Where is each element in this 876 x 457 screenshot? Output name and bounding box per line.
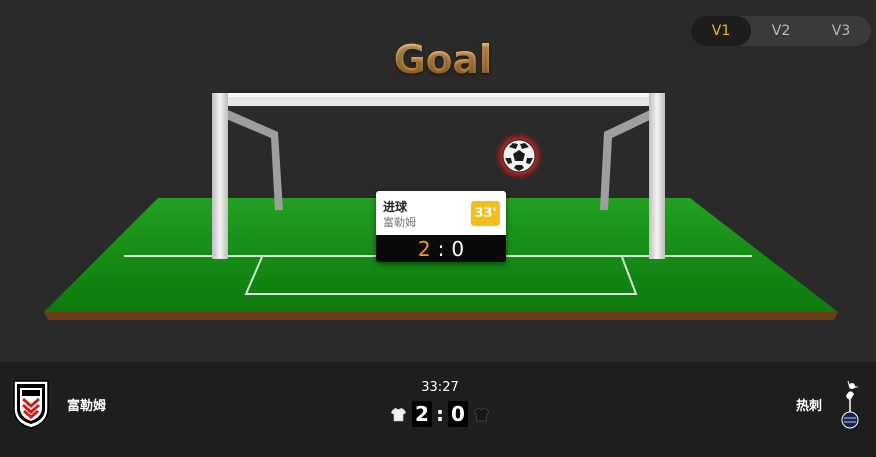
white-shirt-icon bbox=[391, 407, 406, 421]
event-scoreline: 2 : 0 bbox=[376, 235, 506, 262]
event-info: 进球 富勒姆 33' bbox=[376, 191, 506, 235]
away-team: 热刺 bbox=[796, 378, 862, 430]
home-team-name: 富勒姆 bbox=[67, 398, 107, 414]
match-center: 33:27 2 : 0 bbox=[380, 380, 500, 427]
match-scoreline: 2 : 0 bbox=[380, 401, 500, 427]
event-type: 进球 bbox=[383, 200, 408, 214]
home-score: 2 bbox=[412, 401, 432, 427]
right-net-support bbox=[600, 110, 654, 210]
left-goalpost bbox=[212, 93, 228, 259]
tottenham-crest-icon bbox=[841, 380, 859, 429]
match-clock: 33:27 bbox=[421, 380, 459, 395]
fulham-crest-icon bbox=[13, 380, 49, 429]
pitch-soil-edge bbox=[44, 312, 838, 320]
pitch-stage: V1 V2 V3 Goal 进球 富勒姆 33' 2 : 0 bbox=[0, 0, 876, 362]
home-team: 富勒姆 bbox=[12, 379, 106, 429]
score-separator: : bbox=[436, 402, 444, 426]
away-score: 0 bbox=[448, 401, 468, 427]
event-away-score: 0 bbox=[451, 236, 465, 261]
left-net-support bbox=[224, 110, 283, 210]
event-score-separator: : bbox=[437, 236, 445, 261]
event-team: 富勒姆 bbox=[383, 216, 416, 229]
event-minute-badge: 33' bbox=[471, 201, 500, 226]
goal-event-popup: 进球 富勒姆 33' 2 : 0 bbox=[376, 191, 506, 262]
goal-title: Goal bbox=[0, 38, 876, 83]
black-shirt-icon bbox=[474, 407, 489, 421]
soccer-ball-icon bbox=[495, 132, 543, 180]
away-team-name: 热刺 bbox=[795, 398, 822, 414]
right-goalpost bbox=[649, 93, 665, 259]
event-home-score: 2 bbox=[417, 236, 431, 261]
